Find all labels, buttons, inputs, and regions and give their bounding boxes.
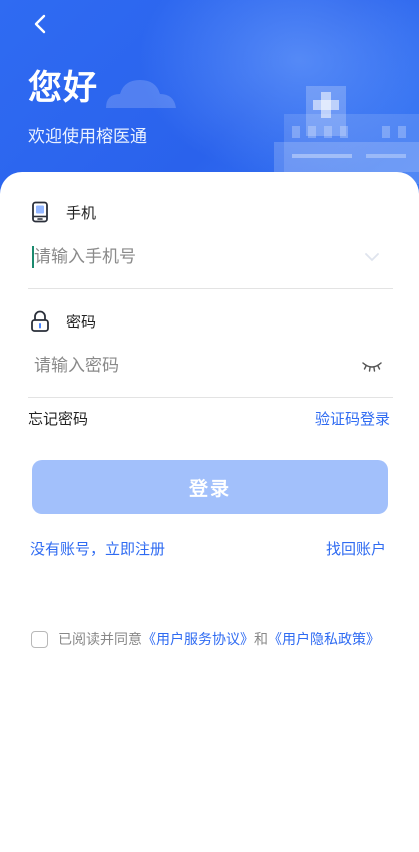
password-field: 密码 — [28, 309, 393, 398]
login-button[interactable]: 登录 — [32, 460, 388, 514]
agreement-row: 已阅读并同意 《用户服务协议》 和 《用户隐私政策》 — [31, 629, 380, 649]
divider — [28, 288, 393, 289]
greeting-title: 您好 — [28, 68, 98, 108]
phone-dropdown-button[interactable] — [361, 246, 383, 268]
agreement-and: 和 — [254, 632, 268, 648]
recover-account-link[interactable]: 找回账户 — [326, 538, 386, 559]
phone-icon — [28, 200, 52, 224]
lock-icon — [28, 309, 52, 333]
privacy-policy-link[interactable]: 《用户隐私政策》 — [268, 629, 380, 649]
agreement-checkbox[interactable] — [31, 630, 48, 648]
phone-field: 手机 — [28, 200, 393, 289]
code-login-link[interactable]: 验证码登录 — [315, 408, 390, 429]
account-links-row: 没有账号，立即注册 找回账户 — [30, 538, 386, 559]
forgot-password-link[interactable]: 忘记密码 — [28, 408, 88, 429]
password-input[interactable] — [28, 351, 328, 381]
eye-closed-icon — [362, 362, 382, 372]
text-caret — [32, 246, 34, 268]
chevron-left-icon — [34, 14, 46, 34]
phone-input[interactable] — [28, 242, 328, 272]
back-button[interactable] — [26, 10, 54, 38]
divider — [28, 397, 393, 398]
service-agreement-link[interactable]: 《用户服务协议》 — [142, 629, 254, 649]
agreement-prefix: 已阅读并同意 — [58, 632, 142, 648]
login-options-row: 忘记密码 验证码登录 — [28, 408, 390, 429]
phone-label: 手机 — [66, 203, 97, 222]
chevron-down-icon — [365, 253, 379, 262]
welcome-subtitle: 欢迎使用榕医通 — [28, 127, 147, 147]
toggle-visibility-button[interactable] — [361, 355, 383, 377]
password-label: 密码 — [66, 312, 97, 331]
register-link[interactable]: 没有账号，立即注册 — [30, 538, 165, 559]
